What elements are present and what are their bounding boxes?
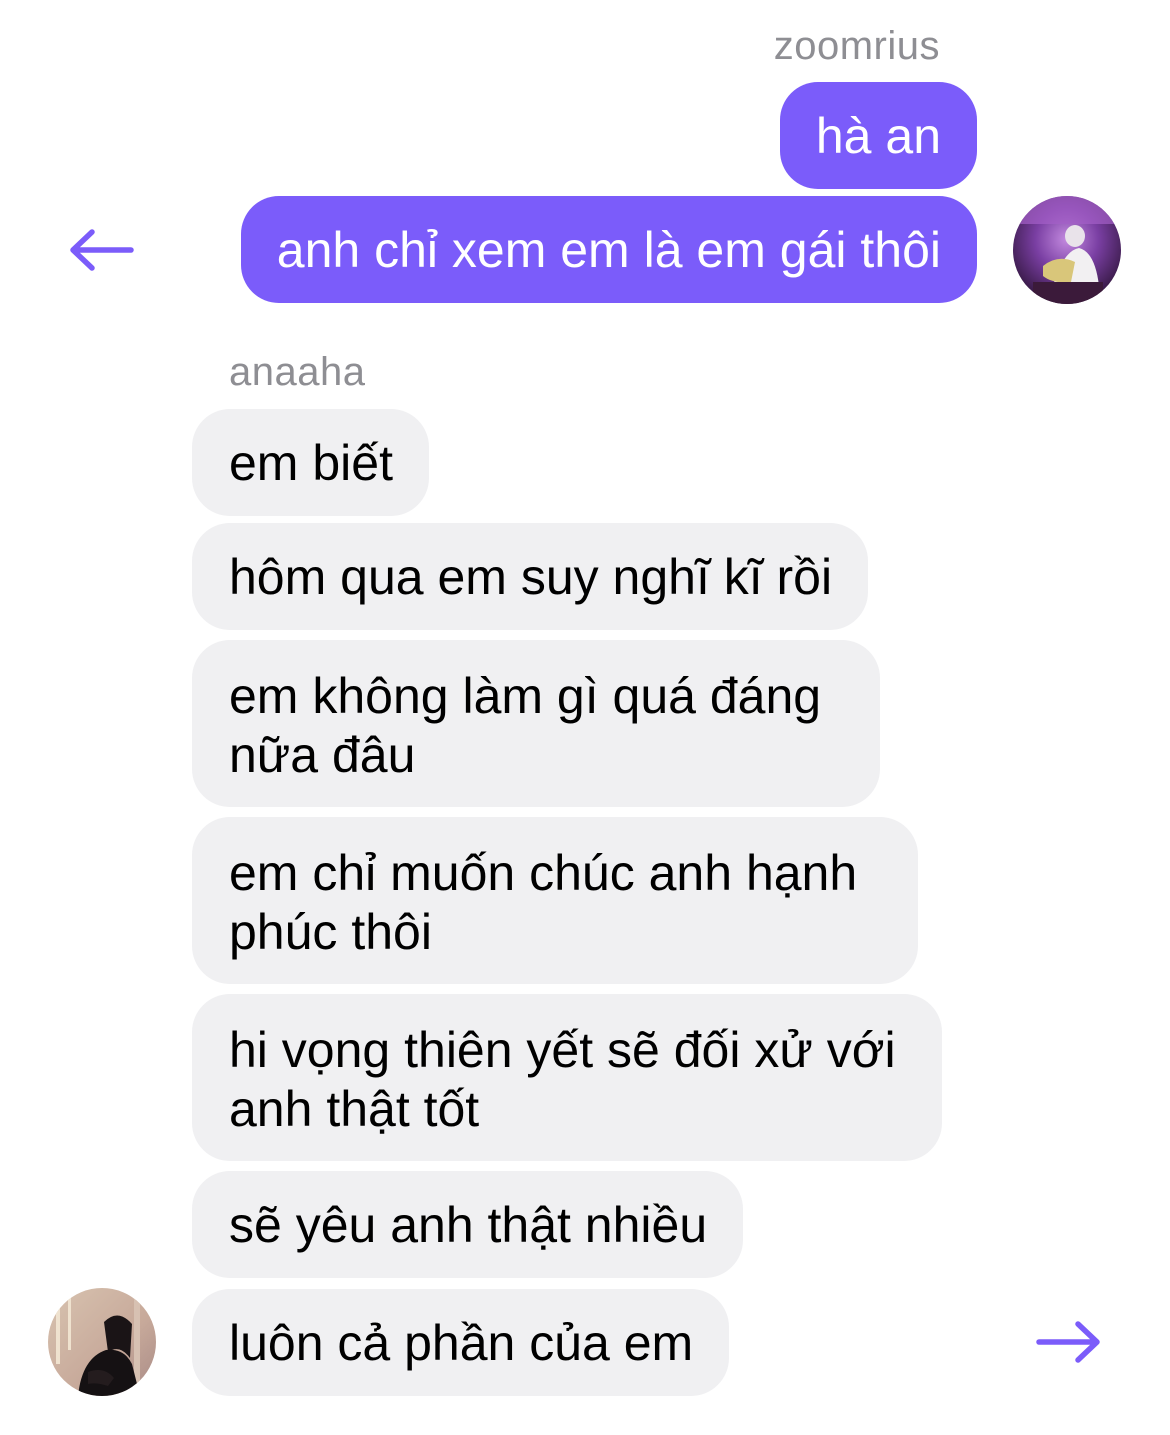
incoming-message-bubble[interactable]: em biết	[192, 409, 429, 516]
outgoing-message-bubble[interactable]: anh chỉ xem em là em gái thôi	[240, 196, 977, 303]
incoming-avatar[interactable]	[48, 1288, 156, 1396]
incoming-message-bubble[interactable]: hi vọng thiên yết sẽ đối xử với anh thật…	[192, 994, 942, 1161]
arrow-left-icon[interactable]	[68, 228, 134, 272]
incoming-message-bubble[interactable]: em không làm gì quá đáng nữa đâu	[192, 640, 880, 807]
incoming-message-bubble[interactable]: sẽ yêu anh thật nhiều	[192, 1171, 744, 1278]
incoming-message-bubble[interactable]: luôn cả phần của em	[192, 1289, 730, 1396]
outgoing-message-bubble[interactable]: hà an	[779, 82, 977, 189]
outgoing-sender-name: zoomrius	[773, 24, 940, 68]
avatar-photo	[48, 1288, 156, 1396]
arrow-right-icon[interactable]	[1036, 1320, 1102, 1364]
avatar-photo	[1013, 196, 1121, 304]
incoming-message-bubble[interactable]: hôm qua em suy nghĩ kĩ rồi	[192, 523, 869, 630]
incoming-message-bubble[interactable]: em chỉ muốn chúc anh hạnh phúc thôi	[192, 817, 918, 984]
incoming-sender-name: anaaha	[229, 350, 366, 394]
outgoing-avatar[interactable]	[1013, 196, 1121, 304]
